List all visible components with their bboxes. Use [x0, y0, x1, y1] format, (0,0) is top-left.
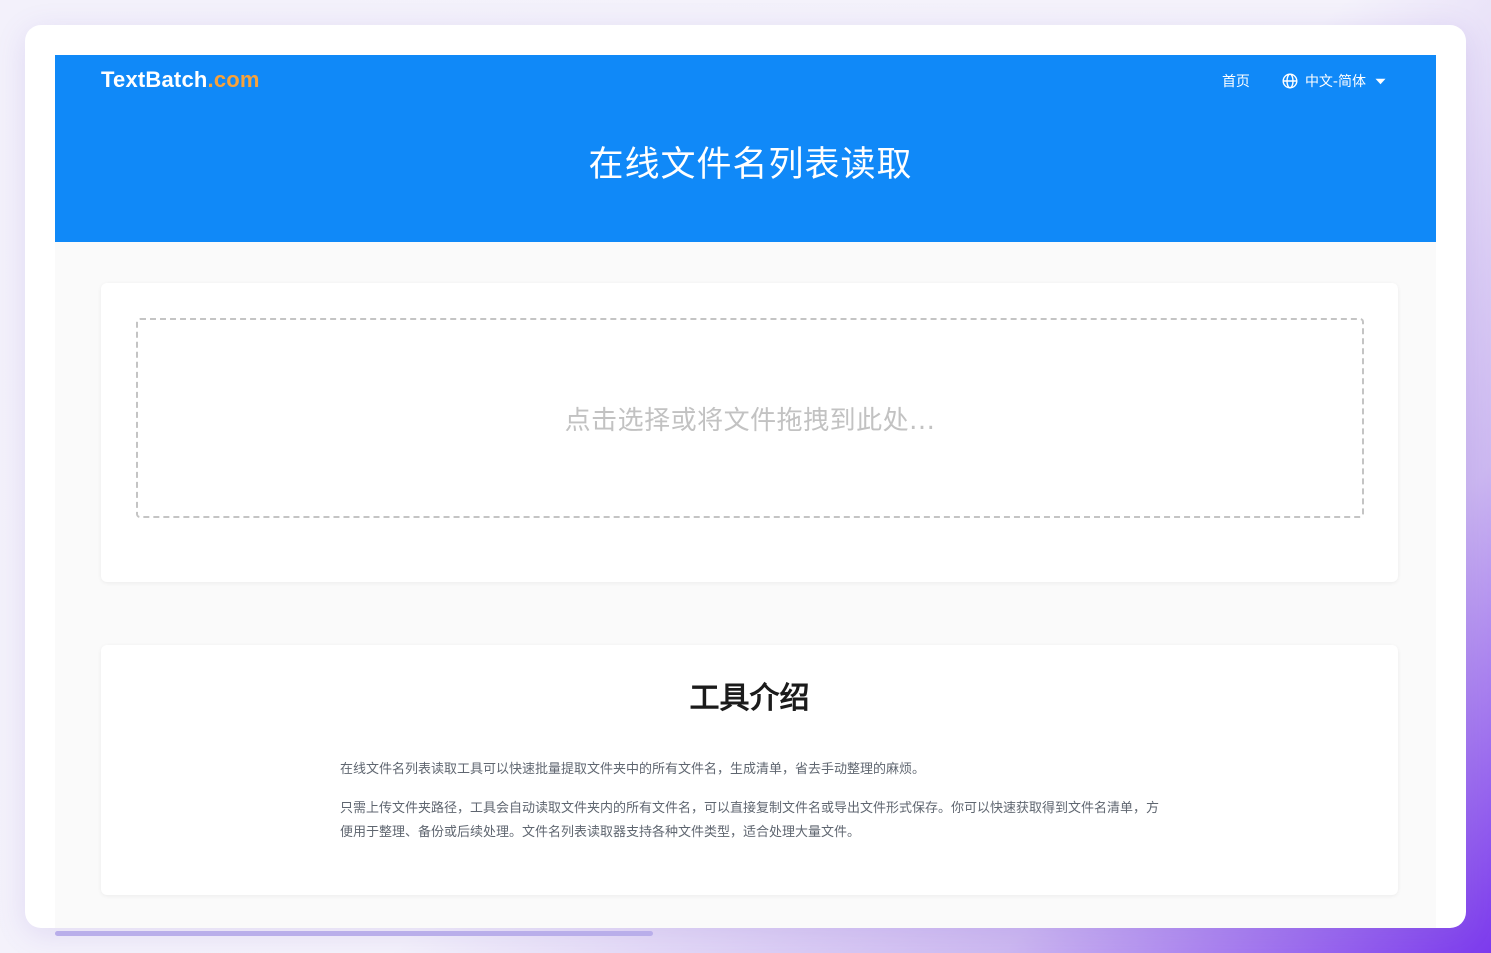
intro-title: 工具介绍 [689, 681, 810, 716]
globe-icon [1282, 73, 1298, 89]
logo-main: TextBatch [101, 67, 208, 92]
top-nav: 首页 中文-简体 [1222, 71, 1386, 91]
language-selector[interactable]: 中文-简体 [1282, 71, 1386, 91]
horizontal-scrollbar[interactable] [55, 931, 653, 936]
intro-card: 工具介绍 在线文件名列表读取工具可以快速批量提取文件夹中的所有文件名，生成清单，… [101, 645, 1398, 895]
upload-card: 点击选择或将文件拖拽到此处... [101, 283, 1398, 582]
logo-link[interactable]: TextBatch.com [101, 66, 260, 94]
header: TextBatch.com 首页 中文-简体 在线文件名列表读取 [55, 55, 1436, 242]
file-dropzone[interactable]: 点击选择或将文件拖拽到此处... [136, 318, 1364, 518]
browser-window: TextBatch.com 首页 中文-简体 在线文件名列表读取 点击选择或将文… [25, 25, 1466, 928]
dropzone-text: 点击选择或将文件拖拽到此处... [564, 405, 936, 436]
language-label: 中文-简体 [1304, 74, 1366, 90]
logo-accent: .com [207, 67, 260, 92]
caret-down-icon [1375, 78, 1386, 85]
page: TextBatch.com 首页 中文-简体 在线文件名列表读取 点击选择或将文… [55, 55, 1436, 928]
intro-paragraph: 只需上传文件夹路径，工具会自动读取文件夹内的所有文件名，可以直接复制文件名或导出… [340, 801, 1160, 840]
nav-home-link[interactable]: 首页 [1222, 71, 1250, 91]
intro-body: 在线文件名列表读取工具可以快速批量提取文件夹中的所有文件名，生成清单，省去手动整… [340, 758, 1160, 860]
page-title: 在线文件名列表读取 [588, 145, 913, 185]
intro-paragraph: 在线文件名列表读取工具可以快速批量提取文件夹中的所有文件名，生成清单，省去手动整… [340, 762, 926, 777]
